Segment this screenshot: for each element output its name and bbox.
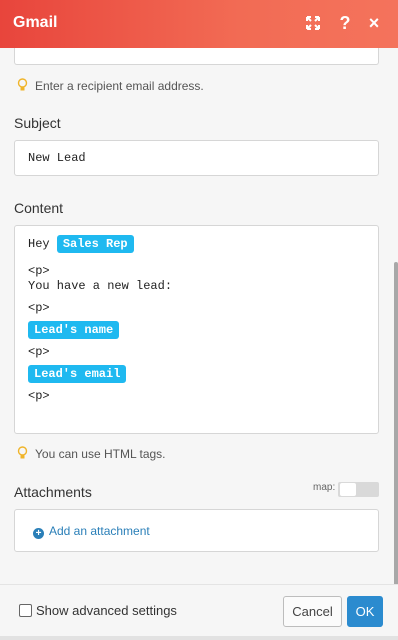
content-line: Lead's email [28,365,127,383]
recipient-hint: Enter a recipient email address. [17,78,204,93]
content-line: Hey Sales Rep [28,235,134,253]
content-hint: You can use HTML tags. [17,446,166,461]
lightbulb-icon [17,78,28,92]
lightbulb-icon [17,446,28,460]
advanced-settings-checkbox[interactable]: Show advanced settings [19,603,177,618]
bottom-edge [0,636,398,640]
lead-name-pill[interactable]: Lead's name [28,321,120,339]
close-icon[interactable]: × [364,12,384,34]
dialog-header: Gmail ? × [0,0,398,48]
content-line: <p> [28,345,50,359]
map-label: map: [313,482,336,493]
dialog-body: Enter a recipient email address. Subject… [0,48,398,584]
content-line: <p> [28,389,50,403]
recipient-hint-text: Enter a recipient email address. [35,79,204,93]
scrollbar[interactable] [394,262,398,584]
subject-input[interactable]: New Lead [14,140,379,176]
lead-email-pill[interactable]: Lead's email [28,365,127,383]
content-label: Content [14,200,64,216]
add-attachment-label: Add an attachment [49,524,150,538]
advanced-settings-label: Show advanced settings [36,603,177,618]
gmail-module-dialog: Gmail ? × Enter a recipient email addres… [0,0,398,640]
sales-rep-pill[interactable]: Sales Rep [56,235,134,253]
recipient-partial-text [31,48,121,49]
dialog-title: Gmail [13,14,58,31]
subject-value: New Lead [28,151,86,165]
content-editor[interactable]: Hey Sales Rep <p> You have a new lead: <… [14,225,379,434]
content-line: You have a new lead: [28,279,173,293]
attachments-box: + Add an attachment [14,509,379,552]
attachments-label: Attachments [14,484,92,500]
recipient-field[interactable] [14,48,379,65]
content-hint-text: You can use HTML tags. [35,447,166,461]
ok-button[interactable]: OK [347,596,383,627]
add-attachment-button[interactable]: + Add an attachment [33,524,150,539]
help-icon[interactable]: ? [335,12,355,34]
expand-icon[interactable] [303,12,323,34]
cancel-button[interactable]: Cancel [283,596,342,627]
plus-icon: + [33,528,44,539]
content-line: <p> [28,264,50,278]
checkbox-icon[interactable] [19,604,32,617]
content-line: <p> [28,301,50,315]
subject-label: Subject [14,115,61,131]
content-line: Lead's name [28,321,120,339]
map-toggle[interactable] [338,482,379,497]
dialog-footer: Show advanced settings Cancel OK [0,584,398,636]
toggle-knob [340,483,356,496]
content-text: Hey [28,237,57,251]
